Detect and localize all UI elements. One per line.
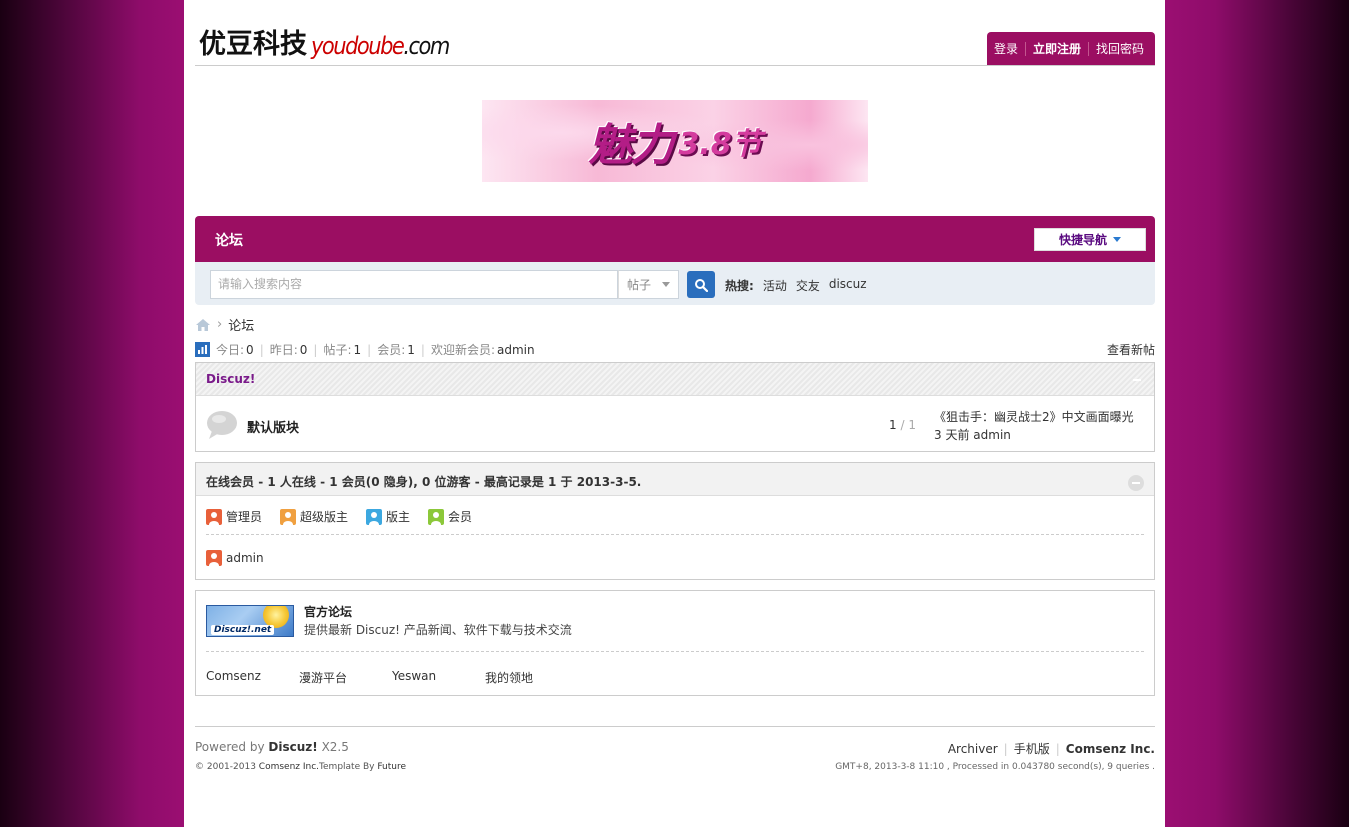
online-header: 在线会员 - 1 人在线 - 1 会员(0 隐身), 0 位游客 - 最高记录是… xyxy=(196,463,1154,496)
page-time-info: GMT+8, 2013-3-8 11:10 , Processed in 0.0… xyxy=(835,762,1155,772)
user-icon xyxy=(206,508,222,525)
template-author-link[interactable]: Future xyxy=(377,762,406,772)
hot-word[interactable]: 活动 xyxy=(763,277,787,294)
forum-group: Discuz! 默认版块 1 / 1 《狙击手：幽灵战士2》中文画面曝光 3 天… xyxy=(195,362,1155,452)
hot-word[interactable]: 交友 xyxy=(796,277,820,294)
mobile-link[interactable]: 手机版 xyxy=(1014,740,1050,757)
chevron-down-icon xyxy=(1113,237,1121,242)
official-forum-link[interactable]: 官方论坛 xyxy=(304,603,352,620)
member-legend: 管理员 超级版主 版主 会员 xyxy=(206,508,490,525)
header-divider xyxy=(195,65,1155,66)
forum-last-post: 《狙击手：幽灵战士2》中文画面曝光 3 天前 admin xyxy=(934,408,1144,444)
stat-yesterday-value: 0 xyxy=(299,342,308,357)
footer-divider xyxy=(195,726,1155,727)
powered-by: Powered by Discuz! X2.5 xyxy=(195,740,349,754)
link-item[interactable]: Yeswan xyxy=(392,669,485,686)
link-item[interactable]: 漫游平台 xyxy=(299,669,392,686)
quick-nav-label: 快捷导航 xyxy=(1058,233,1107,247)
speech-bubble-icon xyxy=(207,411,237,439)
online-members: 在线会员 - 1 人在线 - 1 会员(0 隐身), 0 位游客 - 最高记录是… xyxy=(195,462,1155,580)
last-post-time: 3 天前 xyxy=(934,428,970,442)
forum-group-title[interactable]: Discuz! xyxy=(206,372,255,386)
forum-counts: 1 / 1 xyxy=(889,418,916,432)
quick-nav-button[interactable]: 快捷导航 xyxy=(1034,228,1146,251)
comsenz-link[interactable]: Comsenz Inc. xyxy=(259,762,319,772)
search-input[interactable]: 请输入搜索内容 xyxy=(210,270,618,299)
register-link[interactable]: 立即注册 xyxy=(1026,42,1088,56)
discuz-link[interactable]: Discuz! xyxy=(268,740,317,754)
hot-label: 热搜: xyxy=(725,279,754,293)
newest-member-link[interactable]: admin xyxy=(497,343,535,357)
collapse-button[interactable] xyxy=(1132,375,1142,385)
login-link[interactable]: 登录 xyxy=(987,42,1025,56)
divider xyxy=(206,534,1144,535)
search-type-label: 帖子 xyxy=(627,278,652,292)
link-item[interactable]: Comsenz xyxy=(206,669,299,686)
breadcrumb-current[interactable]: 论坛 xyxy=(228,315,254,334)
main-nav: 论坛 快捷导航 xyxy=(195,216,1155,262)
chevron-down-icon xyxy=(662,282,670,287)
hot-searches: 热搜: 活动 交友 discuz xyxy=(725,277,867,294)
forum-group-header: Discuz! xyxy=(196,363,1154,396)
legend-moderator: 版主 xyxy=(366,508,410,525)
user-bar: 登录 立即注册 找回密码 xyxy=(987,32,1155,66)
banner-title: 魅力 xyxy=(588,120,674,171)
banner-subtitle: 3.8节 xyxy=(678,127,762,162)
nav-item-forum[interactable]: 论坛 xyxy=(215,230,243,250)
user-icon xyxy=(366,508,383,525)
divider xyxy=(206,651,1144,652)
stat-members-label: 会员: xyxy=(377,343,406,357)
site-logo[interactable]: 优豆科技 youdoube.com xyxy=(199,22,450,62)
link-item[interactable]: 我的领地 xyxy=(485,669,578,686)
legend-member: 会员 xyxy=(428,508,472,525)
stat-today-label: 今日: xyxy=(216,343,245,357)
stat-posts-label: 帖子: xyxy=(323,343,352,357)
search-type-select[interactable]: 帖子 xyxy=(618,270,679,299)
forum-row: 默认版块 1 / 1 《狙击手：幽灵战士2》中文画面曝光 3 天前 admin xyxy=(196,396,1154,451)
stat-today-value: 0 xyxy=(246,342,254,357)
stat-members-value: 1 xyxy=(407,342,415,357)
stat-newest-label: 欢迎新会员: xyxy=(430,343,495,357)
forgot-password-link[interactable]: 找回密码 xyxy=(1089,42,1151,56)
user-icon xyxy=(206,550,222,566)
forum-name[interactable]: 默认版块 xyxy=(247,417,299,436)
last-post-title[interactable]: 《狙击手：幽灵战士2》中文画面曝光 xyxy=(934,408,1142,426)
legend-super-moderator: 超级版主 xyxy=(280,508,348,525)
home-icon[interactable] xyxy=(195,318,211,332)
logo-cn: 优豆科技 xyxy=(199,29,307,60)
page: 优豆科技 youdoube.com 登录 立即注册 找回密码 魅力 3.8节 论… xyxy=(184,0,1165,827)
logo-en: youdoube.com xyxy=(311,32,450,60)
online-title: 在线会员 - 1 人在线 - 1 会员(0 隐身), 0 位游客 - 最高记录是… xyxy=(206,475,642,489)
text-links: Comsenz 漫游平台 Yeswan 我的领地 xyxy=(206,669,578,686)
breadcrumb: › 论坛 xyxy=(195,315,254,334)
user-icon xyxy=(280,508,297,525)
legend-admin: 管理员 xyxy=(206,508,262,525)
discuz-logo[interactable]: Discuz!.net xyxy=(206,605,294,637)
comsenz-footer-link[interactable]: Comsenz Inc. xyxy=(1066,742,1155,756)
search-bar: 请输入搜索内容 帖子 热搜: 活动 交友 discuz xyxy=(195,262,1155,305)
online-user-name[interactable]: admin xyxy=(226,551,264,565)
friend-links: Discuz!.net 官方论坛 提供最新 Discuz! 产品新闻、软件下载与… xyxy=(195,590,1155,696)
hot-word[interactable]: discuz xyxy=(829,277,867,294)
banner-image[interactable]: 魅力 3.8节 xyxy=(482,100,868,182)
search-button[interactable] xyxy=(687,271,715,298)
discuz-logo-text: Discuz!.net xyxy=(211,625,275,635)
archiver-link[interactable]: Archiver xyxy=(948,742,998,756)
stat-posts-value: 1 xyxy=(353,342,362,357)
online-user[interactable]: admin xyxy=(206,550,264,566)
copyright: © 2001-2013 Comsenz Inc.Template By Futu… xyxy=(195,762,407,772)
view-new-posts-link[interactable]: 查看新帖 xyxy=(1107,341,1155,358)
stat-yesterday-label: 昨日: xyxy=(269,343,298,357)
breadcrumb-separator: › xyxy=(217,317,223,332)
forum-stats: 今日: 0 | 昨日: 0 | 帖子: 1 | 会员: 1 | 欢迎新会员: admin … xyxy=(195,341,1155,358)
collapse-button[interactable] xyxy=(1128,475,1144,491)
official-forum-desc: 提供最新 Discuz! 产品新闻、软件下载与技术交流 xyxy=(304,623,572,637)
chart-icon xyxy=(195,342,210,357)
search-icon xyxy=(695,278,708,292)
last-post-user[interactable]: admin xyxy=(973,428,1011,442)
footer-links: Archiver | 手机版 | Comsenz Inc. xyxy=(947,740,1155,757)
user-icon xyxy=(428,508,445,525)
